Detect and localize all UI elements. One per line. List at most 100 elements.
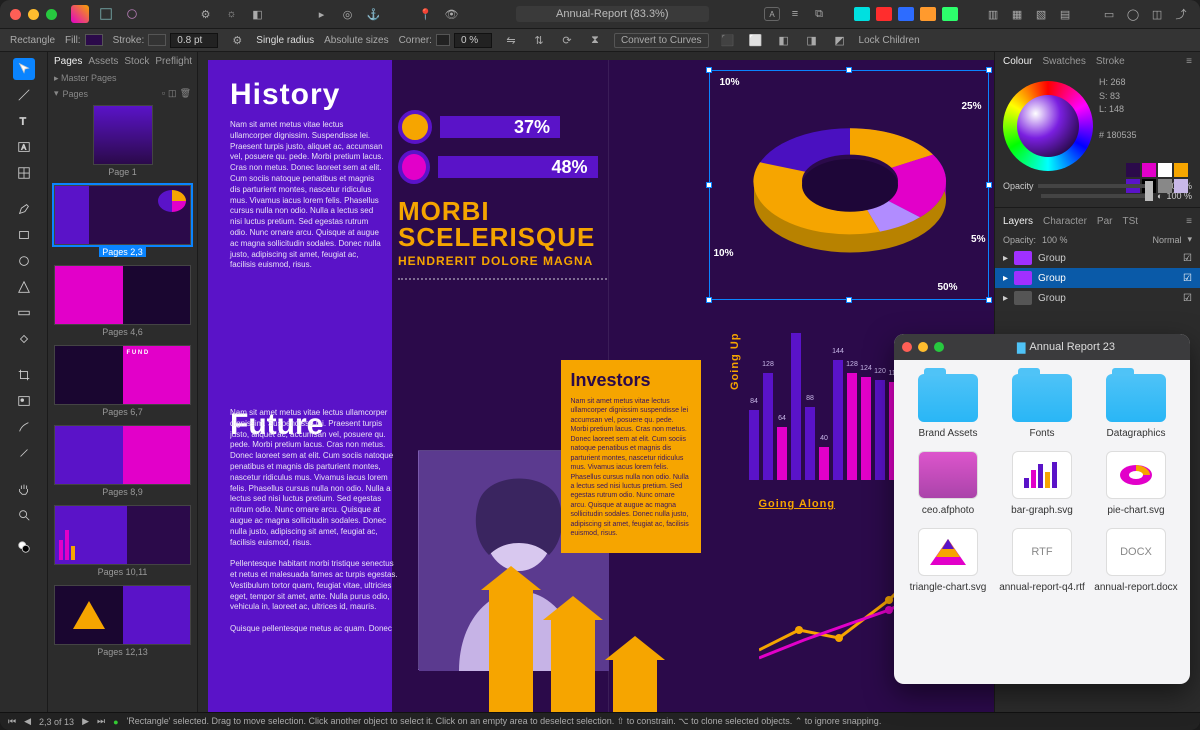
fields-icon[interactable]: ⧉ xyxy=(810,5,828,23)
fill-field[interactable]: Fill: xyxy=(65,34,103,46)
close-icon[interactable] xyxy=(10,9,21,20)
tab-stock[interactable]: Stock xyxy=(124,56,149,67)
finder-item[interactable]: Brand Assets xyxy=(904,374,992,439)
persona-liquify-icon[interactable] xyxy=(123,5,141,23)
going-up-bar-chart[interactable]: 8412864 17688 40144128 124120118 xyxy=(749,330,909,490)
canvas[interactable]: History Nam sit amet metus vitae lectus … xyxy=(198,52,994,712)
tab-preflight[interactable]: Preflight xyxy=(155,56,192,67)
corner-type-icon[interactable] xyxy=(436,34,450,46)
duplicate-page-icon[interactable]: ◫ xyxy=(168,88,177,99)
swatch-blue-icon[interactable] xyxy=(898,7,914,21)
page-indicator[interactable]: 2,3 of 13 xyxy=(39,717,74,727)
tab-pages[interactable]: Pages xyxy=(54,56,82,67)
finder-window[interactable]: ▇Annual Report 23 Brand Assets Fonts Dat… xyxy=(894,334,1190,684)
baseline-icon[interactable]: ≡ xyxy=(786,5,804,23)
rectangle-tool-icon[interactable] xyxy=(13,224,35,246)
body-history[interactable]: Nam sit amet metus vitae lectus ullamcor… xyxy=(230,120,385,271)
tab-textstyles[interactable]: TSt xyxy=(1122,216,1138,227)
vector-crop-icon[interactable] xyxy=(13,364,35,386)
tab-colour[interactable]: Colour xyxy=(1003,56,1032,67)
absolute-sizes-toggle[interactable]: Absolute sizes xyxy=(324,35,388,46)
swatch-icon[interactable] xyxy=(1142,163,1156,177)
lock-children-toggle[interactable]: Lock Children xyxy=(859,35,920,46)
finder-item[interactable]: Datagraphics xyxy=(1092,374,1180,439)
investors-box[interactable]: Investors Nam sit amet metus vitae lectu… xyxy=(561,360,701,553)
donut-chart-selection[interactable]: 10% 25% 5% 50% 10% xyxy=(709,70,989,300)
color-swap-icon[interactable] xyxy=(13,536,35,558)
zoom-icon[interactable] xyxy=(46,9,57,20)
visibility-checkbox[interactable]: ☑ xyxy=(1183,253,1192,264)
swatch-cyan-icon[interactable] xyxy=(854,7,870,21)
tab-layers[interactable]: Layers xyxy=(1003,216,1033,227)
preflight-ok-icon[interactable]: ● xyxy=(113,717,118,727)
nav-prev-icon[interactable]: ◀ xyxy=(24,716,31,727)
swatch-icon[interactable] xyxy=(1174,179,1188,193)
table-tool-icon[interactable] xyxy=(13,162,35,184)
gear-small-icon[interactable]: ⚙ xyxy=(228,31,246,49)
view-mode-icon[interactable]: ◧ xyxy=(249,5,267,23)
rotate-icon[interactable]: ⟳ xyxy=(558,31,576,49)
swatch-icon[interactable] xyxy=(1126,163,1140,177)
axis-label-going-up[interactable]: Going Up xyxy=(729,333,741,391)
headline[interactable]: MORBI SCELERISQUE xyxy=(398,198,598,250)
thumb-page-6-7[interactable]: F U N D Pages 6,7 xyxy=(54,345,191,417)
thumb-page-2-3[interactable]: Pages 2,3 xyxy=(54,185,191,257)
boolean-int-icon[interactable]: ◧ xyxy=(775,31,793,49)
flip-v-icon[interactable]: ⇅ xyxy=(530,31,548,49)
hand-tool-icon[interactable] xyxy=(13,478,35,500)
visibility-checkbox[interactable]: ☑ xyxy=(1183,273,1192,284)
swatch-orange-icon[interactable] xyxy=(920,7,936,21)
insert-image-icon[interactable]: ▭ xyxy=(1100,5,1118,23)
thumb-page-12-13[interactable]: Pages 12,13 xyxy=(54,585,191,657)
insert-chart-icon[interactable]: ◫ xyxy=(1148,5,1166,23)
layer-row[interactable]: ▸Group☑ xyxy=(995,268,1200,288)
pen-tool-icon[interactable] xyxy=(13,198,35,220)
finder-item[interactable]: triangle-chart.svg xyxy=(904,528,992,593)
finder-item[interactable]: bar-graph.svg xyxy=(998,451,1086,516)
visibility-checkbox[interactable]: ☑ xyxy=(1183,293,1192,304)
stroke-width-input[interactable] xyxy=(170,33,218,48)
color-wheel[interactable] xyxy=(1003,81,1093,171)
finder-item[interactable]: ceo.afphoto xyxy=(904,451,992,516)
panel-menu-icon[interactable]: ≡ xyxy=(1186,216,1192,227)
hbar-row-1[interactable]: 37% xyxy=(398,110,598,144)
textframe-icon[interactable]: A xyxy=(764,7,780,21)
blend-chevron-icon[interactable]: ▾ xyxy=(1187,234,1192,245)
panel-menu-icon[interactable]: ≡ xyxy=(1186,56,1192,67)
arrow-icon[interactable]: ▸ xyxy=(313,5,331,23)
shape-tool-icon[interactable] xyxy=(13,276,35,298)
thumb-page-1[interactable]: Page 1 xyxy=(54,105,191,177)
nav-next-icon[interactable]: ▶ xyxy=(82,716,89,727)
swatch-icon[interactable] xyxy=(1158,179,1172,193)
target-icon[interactable]: ◎ xyxy=(339,5,357,23)
hbar-row-2[interactable]: 48% xyxy=(398,150,598,184)
pin-icon[interactable]: 📍 xyxy=(417,5,435,23)
thumb-page-4-6[interactable]: Pages 4,6 xyxy=(54,265,191,337)
anchor-icon[interactable]: ⚓ xyxy=(365,5,383,23)
layer-row[interactable]: ▸Group☑ xyxy=(995,248,1200,268)
distribute-icon[interactable]: ▤ xyxy=(1056,5,1074,23)
align-left-icon[interactable]: ▥ xyxy=(984,5,1002,23)
delete-page-icon[interactable]: 🗑 xyxy=(180,88,191,99)
tab-character[interactable]: Character xyxy=(1043,216,1087,227)
minimize-icon[interactable] xyxy=(918,342,928,352)
gradient-tool-icon[interactable] xyxy=(13,302,35,324)
finder-item[interactable]: RTFannual-report-q4.rtf xyxy=(998,528,1086,593)
opacity-slider[interactable] xyxy=(1038,184,1154,188)
finder-item[interactable]: Fonts xyxy=(998,374,1086,439)
place-image-icon[interactable] xyxy=(13,390,35,412)
zoom-tool-icon[interactable] xyxy=(13,504,35,526)
tab-assets[interactable]: Assets xyxy=(88,56,118,67)
export-icon[interactable]: ⤴ xyxy=(1172,5,1190,23)
boolean-xor-icon[interactable]: ◨ xyxy=(803,31,821,49)
tab-paragraph[interactable]: Par xyxy=(1097,216,1113,227)
hex-value[interactable]: # 180535 xyxy=(1099,130,1137,142)
swatch-green-icon[interactable] xyxy=(942,7,958,21)
subheadline[interactable]: HENDRERIT DOLORE MAGNA xyxy=(398,254,598,268)
thumb-page-8-9[interactable]: Pages 8,9 xyxy=(54,425,191,497)
preferences-icon[interactable]: ☼ xyxy=(223,5,241,23)
insert-shape-icon[interactable]: ◯ xyxy=(1124,5,1142,23)
finder-item[interactable]: DOCXannual-report.docx xyxy=(1092,528,1180,593)
corner-field[interactable]: Corner: xyxy=(399,33,492,48)
blend-mode[interactable]: Normal xyxy=(1152,235,1181,245)
